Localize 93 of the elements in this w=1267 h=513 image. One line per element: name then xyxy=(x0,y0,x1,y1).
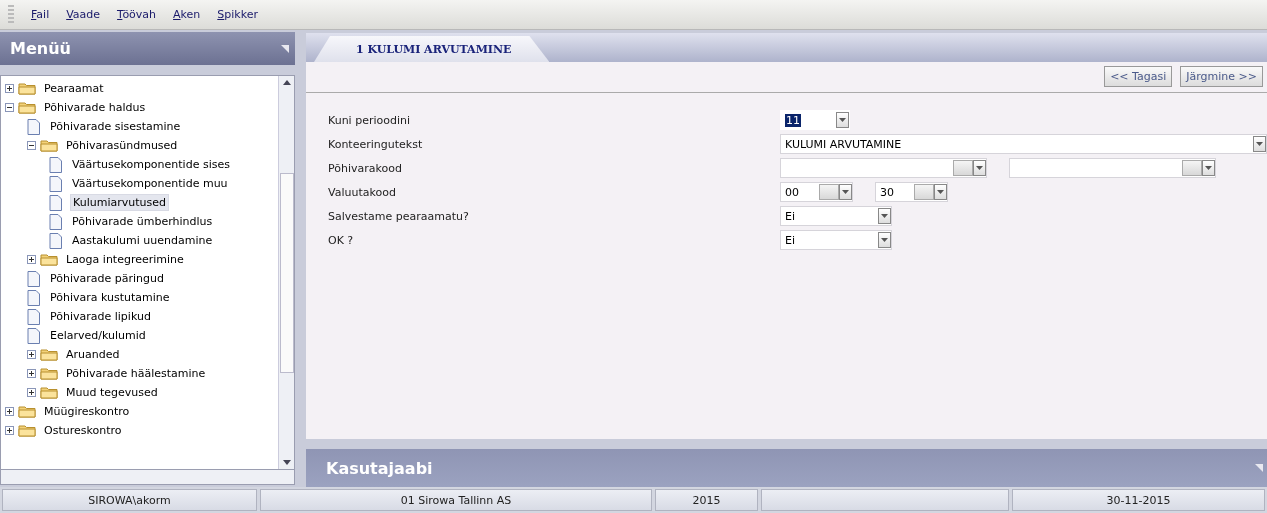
tree-item[interactable]: Põhivarade ümberhindlus xyxy=(70,214,215,229)
sidebar-header: Menüü xyxy=(0,32,295,65)
tree-item[interactable]: Väärtusekomponentide sises xyxy=(70,157,232,172)
tree-item[interactable]: Põhivarade häälestamine xyxy=(64,366,208,381)
dropdown-field[interactable]: Ei xyxy=(780,230,892,250)
menu-item[interactable]: Fail xyxy=(31,6,50,23)
horizontal-scrollbar[interactable] xyxy=(0,470,295,485)
tree-item[interactable]: Põhivarade päringud xyxy=(48,271,166,286)
tree-item[interactable]: Müügireskontro xyxy=(42,404,132,419)
folder-icon xyxy=(18,424,36,437)
field-label: Põhivarakood xyxy=(328,161,403,175)
tree-item[interactable]: Põhivarasündmused xyxy=(64,138,180,153)
field-label: Kuni perioodini xyxy=(328,113,412,127)
folder-icon xyxy=(40,139,58,152)
document-icon xyxy=(27,308,40,325)
document-icon xyxy=(27,118,40,135)
dropdown-field[interactable] xyxy=(1009,158,1216,178)
field-label: Salvestame pearaamatu? xyxy=(328,209,470,223)
document-icon xyxy=(49,232,62,249)
next-button[interactable]: Järgmine >> xyxy=(1180,66,1263,87)
folder-icon xyxy=(40,253,58,266)
document-icon xyxy=(27,327,40,344)
folder-icon xyxy=(40,367,58,380)
tree-item[interactable]: Muud tegevused xyxy=(64,385,160,400)
folder-icon xyxy=(40,386,58,399)
dropdown-button[interactable] xyxy=(839,184,852,200)
dropdown-button[interactable] xyxy=(878,208,891,224)
dropdown-button[interactable] xyxy=(973,160,986,176)
caret-icon xyxy=(842,189,849,195)
dropdown-button[interactable] xyxy=(1253,136,1266,152)
dropdown-field[interactable]: 30 xyxy=(875,182,948,202)
tree-item[interactable]: Ostureskontro xyxy=(42,423,124,438)
tree-item[interactable]: Põhivara kustutamine xyxy=(48,290,172,305)
caret-icon xyxy=(881,237,888,243)
back-button[interactable]: << Tagasi xyxy=(1104,66,1173,87)
document-icon xyxy=(27,289,40,306)
dropdown-field[interactable]: Ei xyxy=(780,206,892,226)
folder-icon xyxy=(18,405,36,418)
tree-item[interactable]: Väärtusekomponentide muu xyxy=(70,176,230,191)
collapse-icon[interactable] xyxy=(5,103,14,112)
tree-item[interactable]: Aastakulumi uuendamine xyxy=(70,233,215,248)
field-label: Valuutakood xyxy=(328,185,397,199)
folder-icon xyxy=(40,348,58,361)
caret-icon xyxy=(1205,165,1212,171)
document-icon xyxy=(49,213,62,230)
expand-icon[interactable] xyxy=(27,255,36,264)
tree-item[interactable]: Eelarved/kulumid xyxy=(48,328,148,343)
caret-icon xyxy=(976,165,983,171)
collapse-icon[interactable] xyxy=(27,141,36,150)
help-panel-header: Kasutajaabi xyxy=(306,449,1267,487)
expand-icon[interactable] xyxy=(5,407,14,416)
menu-item[interactable]: Vaade xyxy=(66,6,101,23)
dropdown-field[interactable]: 00 xyxy=(780,182,853,202)
text-field[interactable]: KULUMI ARVUTAMINE xyxy=(780,134,1267,154)
dropdown-button[interactable] xyxy=(878,232,891,248)
dropdown-button[interactable] xyxy=(934,184,947,200)
dropdown-field[interactable] xyxy=(780,158,987,178)
tree-item[interactable]: Põhivarade sisestamine xyxy=(48,119,183,134)
tree-item[interactable]: Aruanded xyxy=(64,347,122,362)
dropdown-field[interactable]: 11 xyxy=(780,110,850,130)
field-label: OK ? xyxy=(328,233,355,247)
status-cell: 2015 xyxy=(655,489,758,511)
expand-icon[interactable] xyxy=(27,388,36,397)
tree-item[interactable]: Põhivarade lipikud xyxy=(48,309,153,324)
menu-item[interactable]: Aken xyxy=(173,6,201,23)
status-cell: SIROWA\akorm xyxy=(2,489,257,511)
expand-icon[interactable] xyxy=(5,426,14,435)
dropdown-button[interactable] xyxy=(836,112,849,128)
menu-item[interactable]: Töövah xyxy=(117,6,157,23)
document-icon xyxy=(27,270,40,287)
folder-icon xyxy=(18,101,36,114)
caret-icon xyxy=(937,189,944,195)
expand-icon[interactable] xyxy=(5,84,14,93)
status-cell: 30-11-2015 xyxy=(1012,489,1265,511)
field-label: Konteeringutekst xyxy=(328,137,424,151)
tab[interactable]: 1 KULUMI ARVUTAMINE xyxy=(314,36,550,62)
status-cell: 01 Sirowa Tallinn AS xyxy=(260,489,652,511)
caret-icon xyxy=(1256,141,1263,147)
tree-item[interactable]: Kulumiarvutused xyxy=(70,194,169,211)
tree-item[interactable]: Põhivarade haldus xyxy=(42,100,148,115)
tree-item[interactable]: Laoga integreerimine xyxy=(64,252,186,267)
document-icon xyxy=(49,175,62,192)
vertical-scrollbar[interactable] xyxy=(278,76,294,469)
caret-icon xyxy=(881,213,888,219)
tree-item[interactable]: Pearaamat xyxy=(42,81,106,96)
caret-icon xyxy=(839,117,846,123)
expand-icon[interactable] xyxy=(27,350,36,359)
menu-item[interactable]: Spikker xyxy=(217,6,258,23)
document-icon xyxy=(49,194,62,211)
dropdown-button[interactable] xyxy=(1202,160,1215,176)
expand-icon[interactable] xyxy=(27,369,36,378)
document-icon xyxy=(49,156,62,173)
folder-icon xyxy=(18,82,36,95)
